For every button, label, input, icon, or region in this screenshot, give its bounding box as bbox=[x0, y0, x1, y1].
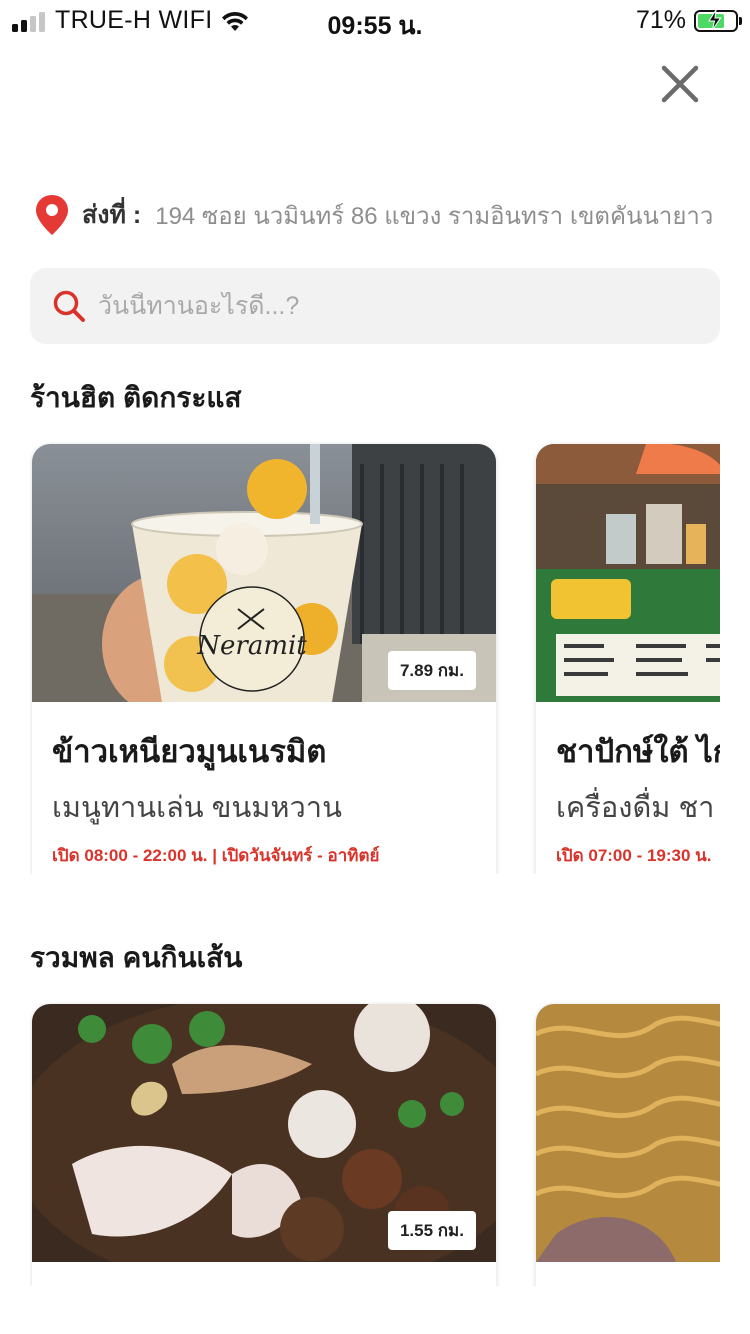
restaurant-category: เมนูทานเล่น ขนมหวาน bbox=[52, 792, 342, 824]
restaurant-card[interactable]: Neramit 7.89 กม. ข้าวเหนียวมูนเนรมิต เมน… bbox=[32, 444, 496, 874]
status-bar: TRUE-H WIFI 09:55 น. 71% bbox=[0, 0, 750, 40]
restaurant-image bbox=[536, 444, 720, 702]
svg-text:Neramit: Neramit bbox=[196, 631, 307, 661]
address-label: ส่งที่ : bbox=[82, 201, 142, 229]
distance-badge: 7.89 กม. bbox=[387, 651, 476, 690]
restaurant-category: เครื่องดื่ม ชา กาแฟ bbox=[556, 792, 720, 824]
opening-hours: เปิด 08:00 - 22:00 น. | เปิดวันจันทร์ - … bbox=[52, 846, 380, 865]
status-right: 71% bbox=[635, 6, 742, 35]
search-bar[interactable] bbox=[30, 268, 720, 344]
charging-bolt-icon bbox=[708, 9, 722, 30]
restaurant-image: Neramit 7.89 กม. bbox=[32, 444, 496, 702]
distance-badge: 1.55 กม. bbox=[387, 1211, 476, 1250]
noodles-carousel[interactable]: 1.55 กม. bbox=[30, 1002, 720, 1286]
battery-percent: 71% bbox=[635, 6, 686, 34]
section-title-trending: ร้านฮิต ติดกระแส bbox=[30, 382, 242, 413]
restaurant-card[interactable]: ชาปักษ์ใต้ ไก่ทอด เครื่องดื่ม ชา กาแฟ เป… bbox=[536, 444, 720, 874]
section-title-noodles: รวมพล คนกินเส้น bbox=[30, 942, 243, 973]
address-value: 194 ซอย นวมินทร์ 86 แขวง รามอินทรา เขตคั… bbox=[155, 202, 714, 230]
search-input[interactable] bbox=[98, 291, 678, 321]
close-icon bbox=[661, 65, 699, 103]
search-icon bbox=[53, 290, 85, 322]
restaurant-name: ข้าวเหนียวมูนเนรมิต bbox=[52, 734, 327, 769]
trending-carousel[interactable]: Neramit 7.89 กม. ข้าวเหนียวมูนเนรมิต เมน… bbox=[30, 442, 720, 874]
close-button[interactable] bbox=[656, 60, 704, 108]
battery-icon bbox=[694, 9, 742, 32]
opening-hours: เปิด 07:00 - 19:30 น. bbox=[556, 846, 712, 865]
restaurant-image bbox=[536, 1004, 720, 1262]
location-pin-icon bbox=[36, 195, 68, 235]
restaurant-card[interactable]: 1.55 กม. bbox=[32, 1004, 496, 1286]
restaurant-image: 1.55 กม. bbox=[32, 1004, 496, 1262]
delivery-address-row[interactable]: ส่งที่ : 194 ซอย นวมินทร์ 86 แขวง รามอิน… bbox=[34, 194, 724, 236]
restaurant-card[interactable] bbox=[536, 1004, 720, 1286]
restaurant-name: ชาปักษ์ใต้ ไก่ทอด bbox=[556, 734, 720, 769]
